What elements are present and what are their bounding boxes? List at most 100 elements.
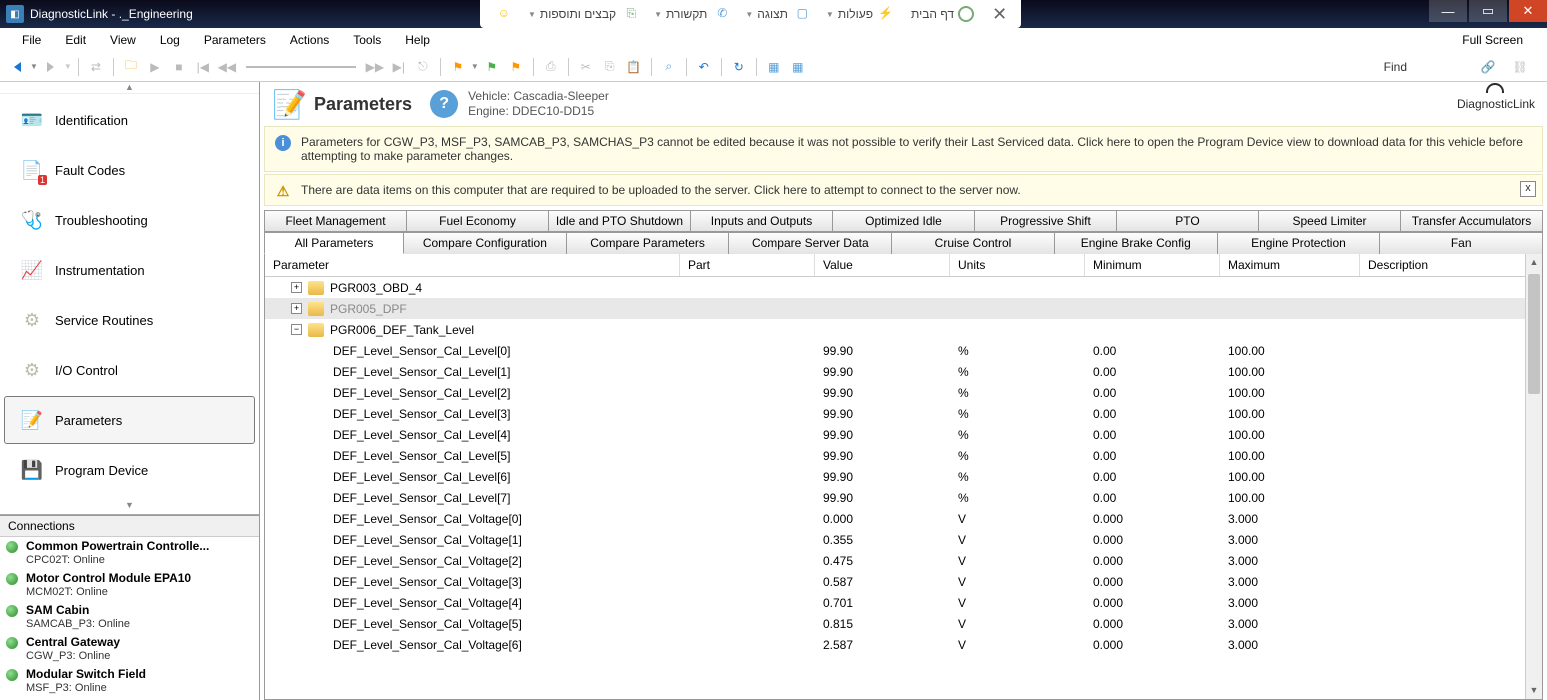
parameter-row[interactable]: DEF_Level_Sensor_Cal_Voltage[0]0.000V0.0… xyxy=(265,508,1542,529)
ext-files[interactable]: ⎘קבצים ותוספות▼ xyxy=(522,6,642,22)
scroll-up-icon[interactable]: ▲ xyxy=(1526,254,1542,271)
tab-compare-configuration[interactable]: Compare Configuration xyxy=(403,232,567,254)
menu-edit[interactable]: Edit xyxy=(53,30,98,50)
flag-config-button[interactable]: ⚑ xyxy=(505,56,527,78)
nav-io-control[interactable]: ⚙ I/O Control xyxy=(4,346,255,394)
rewind-button[interactable]: ◀◀ xyxy=(216,56,238,78)
ext-smiley[interactable]: ☺ xyxy=(488,6,516,22)
link-button[interactable]: ⎋ xyxy=(412,56,434,78)
parameter-row[interactable]: DEF_Level_Sensor_Cal_Level[0]99.90%0.001… xyxy=(265,340,1542,361)
menu-file[interactable]: File xyxy=(10,30,53,50)
warn-notice[interactable]: ⚠ There are data items on this computer … xyxy=(264,174,1543,206)
stop-button[interactable]: ■ xyxy=(168,56,190,78)
nav-instrumentation[interactable]: 📈 Instrumentation xyxy=(4,246,255,294)
nav-program-device[interactable]: 💾 Program Device xyxy=(4,446,255,494)
parameter-group-row[interactable]: −PGR006_DEF_Tank_Level xyxy=(265,319,1542,340)
nav-fault-codes[interactable]: 📄1 Fault Codes xyxy=(4,146,255,194)
tab-optimized-idle[interactable]: Optimized Idle xyxy=(832,210,975,231)
parameter-group-row[interactable]: +PGR003_OBD_4 xyxy=(265,277,1542,298)
folder-button[interactable]: 🗀 xyxy=(120,56,142,78)
expand-icon[interactable]: + xyxy=(291,303,302,314)
nav-forward-button[interactable] xyxy=(40,56,62,78)
connection-item[interactable]: Common Powertrain Controlle...CPC02T: On… xyxy=(0,537,259,569)
cell-value[interactable]: 99.90 xyxy=(815,365,950,379)
full-screen-button[interactable]: Full Screen xyxy=(1450,30,1537,50)
tab-cruise-control[interactable]: Cruise Control xyxy=(891,232,1055,254)
tab-idle-pto-shutdown[interactable]: Idle and PTO Shutdown xyxy=(548,210,691,231)
add-flag-button[interactable]: ⚑ xyxy=(481,56,503,78)
tab-fuel-economy[interactable]: Fuel Economy xyxy=(406,210,549,231)
col-parameter[interactable]: Parameter xyxy=(265,254,680,276)
scroll-thumb[interactable] xyxy=(1528,274,1540,394)
cell-value[interactable]: 99.90 xyxy=(815,470,950,484)
col-minimum[interactable]: Minimum xyxy=(1085,254,1220,276)
cell-value[interactable]: 0.587 xyxy=(815,575,950,589)
link-broken-icon[interactable]: ⛓ xyxy=(1509,56,1531,78)
menu-view[interactable]: View xyxy=(98,30,148,50)
tab-pto[interactable]: PTO xyxy=(1116,210,1259,231)
menu-tools[interactable]: Tools xyxy=(341,30,393,50)
parameter-row[interactable]: DEF_Level_Sensor_Cal_Voltage[5]0.815V0.0… xyxy=(265,613,1542,634)
grid1-button[interactable]: ▦ xyxy=(763,56,785,78)
help-button[interactable]: ? xyxy=(430,90,458,118)
tab-progressive-shift[interactable]: Progressive Shift xyxy=(974,210,1117,231)
parameter-row[interactable]: DEF_Level_Sensor_Cal_Voltage[2]0.475V0.0… xyxy=(265,550,1542,571)
ext-actions[interactable]: ⚡פעולות▼ xyxy=(820,6,899,22)
ext-close-button[interactable]: ✕ xyxy=(986,4,1013,25)
parameter-row[interactable]: DEF_Level_Sensor_Cal_Level[3]99.90%0.001… xyxy=(265,403,1542,424)
notice-close-button[interactable]: x xyxy=(1520,181,1536,197)
cell-value[interactable]: 0.815 xyxy=(815,617,950,631)
parameter-row[interactable]: DEF_Level_Sensor_Cal_Level[2]99.90%0.001… xyxy=(265,382,1542,403)
vertical-scrollbar[interactable]: ▲ ▼ xyxy=(1525,254,1542,699)
flag-button[interactable]: ⚑ xyxy=(447,56,469,78)
skip-end-button[interactable]: ▶| xyxy=(388,56,410,78)
cell-value[interactable]: 0.000 xyxy=(815,512,950,526)
parameter-row[interactable]: DEF_Level_Sensor_Cal_Level[1]99.90%0.001… xyxy=(265,361,1542,382)
connection-item[interactable]: Modular Switch FieldMSF_P3: Online xyxy=(0,665,259,697)
parameter-row[interactable]: DEF_Level_Sensor_Cal_Voltage[1]0.355V0.0… xyxy=(265,529,1542,550)
copy-button[interactable]: ⎘ xyxy=(599,56,621,78)
minimize-button[interactable]: — xyxy=(1429,0,1467,22)
nav-back-button[interactable] xyxy=(6,56,28,78)
close-button[interactable]: ✕ xyxy=(1509,0,1547,22)
tab-speed-limiter[interactable]: Speed Limiter xyxy=(1258,210,1401,231)
nav-troubleshooting[interactable]: 🩺 Troubleshooting xyxy=(4,196,255,244)
playback-slider[interactable] xyxy=(246,66,356,68)
cut-button[interactable]: ✂ xyxy=(575,56,597,78)
collapse-icon[interactable]: − xyxy=(291,324,302,335)
info-notice[interactable]: i Parameters for CGW_P3, MSF_P3, SAMCAB_… xyxy=(264,126,1543,172)
col-description[interactable]: Description xyxy=(1360,254,1542,276)
ext-comm[interactable]: ✆תקשורת▼ xyxy=(648,6,733,22)
nav-parameters[interactable]: 📝 Parameters xyxy=(4,396,255,444)
filter-button[interactable]: ⌕ xyxy=(658,56,680,78)
forward-button[interactable]: ▶▶ xyxy=(364,56,386,78)
cell-value[interactable]: 0.475 xyxy=(815,554,950,568)
cell-value[interactable]: 99.90 xyxy=(815,428,950,442)
tab-transfer-accumulators[interactable]: Transfer Accumulators xyxy=(1400,210,1543,231)
cell-value[interactable]: 99.90 xyxy=(815,344,950,358)
parameter-row[interactable]: DEF_Level_Sensor_Cal_Level[5]99.90%0.001… xyxy=(265,445,1542,466)
cell-value[interactable]: 99.90 xyxy=(815,407,950,421)
col-value[interactable]: Value xyxy=(815,254,950,276)
cell-value[interactable]: 2.587 xyxy=(815,638,950,652)
col-maximum[interactable]: Maximum xyxy=(1220,254,1360,276)
expand-icon[interactable]: + xyxy=(291,282,302,293)
swap-button[interactable]: ⇄ xyxy=(85,56,107,78)
paste-button[interactable]: 📋 xyxy=(623,56,645,78)
tab-all-parameters[interactable]: All Parameters xyxy=(264,232,404,254)
tab-fan[interactable]: Fan xyxy=(1379,232,1543,254)
maximize-button[interactable]: ▭ xyxy=(1469,0,1507,22)
print-button[interactable]: ⎙ xyxy=(540,56,562,78)
nav-identification[interactable]: 🪪 Identification xyxy=(4,96,255,144)
skip-start-button[interactable]: |◀ xyxy=(192,56,214,78)
cell-value[interactable]: 99.90 xyxy=(815,491,950,505)
sidebar-collapse-up[interactable]: ▲ xyxy=(0,82,259,94)
ext-home[interactable]: דף הבית xyxy=(905,6,980,22)
play-button[interactable]: ▶ xyxy=(144,56,166,78)
cell-value[interactable]: 0.355 xyxy=(815,533,950,547)
tab-inputs-outputs[interactable]: Inputs and Outputs xyxy=(690,210,833,231)
parameter-row[interactable]: DEF_Level_Sensor_Cal_Voltage[4]0.701V0.0… xyxy=(265,592,1542,613)
tab-compare-server-data[interactable]: Compare Server Data xyxy=(728,232,892,254)
menu-parameters[interactable]: Parameters xyxy=(192,30,278,50)
parameter-row[interactable]: DEF_Level_Sensor_Cal_Voltage[3]0.587V0.0… xyxy=(265,571,1542,592)
